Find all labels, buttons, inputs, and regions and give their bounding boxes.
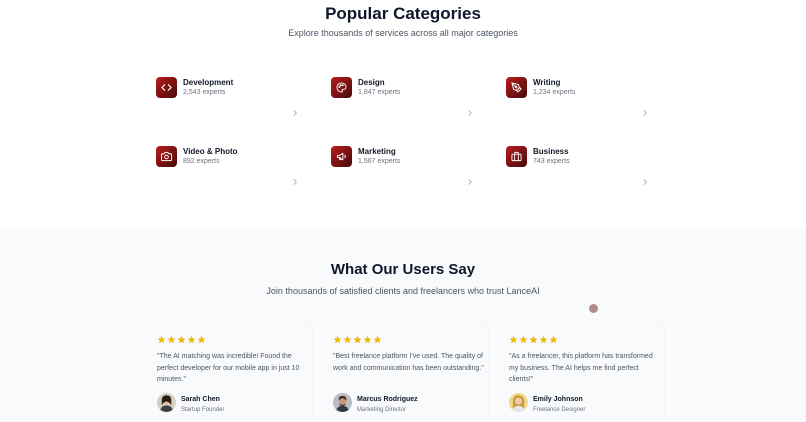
category-name: Development <box>183 78 234 87</box>
star-icon <box>343 335 352 344</box>
testimonial-quote: "As a freelancer, this platform has tran… <box>509 353 653 383</box>
star-icon <box>167 335 176 344</box>
person-name: Marcus Rodriguez <box>357 396 418 403</box>
star-rating <box>157 335 206 344</box>
category-count: 743 experts <box>533 158 570 165</box>
code-icon <box>156 77 177 98</box>
category-card-development[interactable]: Development 2,543 experts <box>156 77 306 121</box>
person-role: Marketing Director <box>357 407 407 413</box>
star-icon <box>333 335 342 344</box>
megaphone-icon <box>331 146 352 167</box>
pen-tool-icon <box>506 77 527 98</box>
testimonial-quote: "Best freelance platform I've used. The … <box>333 353 484 372</box>
chevron-right-icon <box>291 104 299 116</box>
testimonials-section: What Our Users Say Join thousands of sat… <box>0 228 806 422</box>
testimonial-card: "The AI matching was incredible! Found t… <box>149 322 313 422</box>
category-count: 1,234 experts <box>533 89 576 96</box>
star-icon <box>197 335 206 344</box>
testimonials-subtitle: Join thousands of satisfied clients and … <box>266 286 540 296</box>
star-icon <box>509 335 518 344</box>
person-name: Emily Johnson <box>533 396 583 403</box>
testimonials-title: What Our Users Say <box>330 261 476 278</box>
palette-icon <box>331 77 352 98</box>
star-icon <box>539 335 548 344</box>
chevron-right-icon <box>466 173 474 185</box>
category-name: Marketing <box>358 147 396 156</box>
testimonial-quote: "The AI matching was incredible! Found t… <box>157 353 300 383</box>
category-card-marketing[interactable]: Marketing 1,567 experts <box>331 146 481 190</box>
category-name: Video & Photo <box>183 147 238 156</box>
person-role: Startup Founder <box>181 407 225 413</box>
testimonial-card: "As a freelancer, this platform has tran… <box>501 322 665 422</box>
star-rating <box>509 335 558 344</box>
popular-categories-section: Popular Categories Explore thousands of … <box>0 0 806 228</box>
avatar <box>333 393 352 412</box>
star-rating <box>333 335 382 344</box>
avatar <box>157 393 176 412</box>
camera-icon <box>156 146 177 167</box>
person-name: Sarah Chen <box>181 396 220 403</box>
star-icon <box>177 335 186 344</box>
chevron-right-icon <box>641 104 649 116</box>
star-icon <box>373 335 382 344</box>
star-icon <box>549 335 558 344</box>
star-icon <box>187 335 196 344</box>
star-icon <box>529 335 538 344</box>
star-icon <box>353 335 362 344</box>
category-card-business[interactable]: Business 743 experts <box>506 146 656 190</box>
categories-title: Popular Categories <box>325 4 481 23</box>
testimonial-card: "Best freelance platform I've used. The … <box>325 322 489 422</box>
category-name: Business <box>533 147 569 156</box>
chevron-right-icon <box>291 173 299 185</box>
star-icon <box>519 335 528 344</box>
star-icon <box>363 335 372 344</box>
avatar <box>509 393 528 412</box>
person-role: Freelance Designer <box>533 407 586 413</box>
category-count: 1,847 experts <box>358 89 401 96</box>
category-count: 1,567 experts <box>358 158 401 165</box>
briefcase-icon <box>506 146 527 167</box>
category-name: Writing <box>533 78 561 87</box>
chevron-right-icon <box>466 104 474 116</box>
star-icon <box>157 335 166 344</box>
category-card-video-photo[interactable]: Video & Photo 892 experts <box>156 146 306 190</box>
category-count: 892 experts <box>183 158 220 165</box>
category-card-writing[interactable]: Writing 1,234 experts <box>506 77 656 121</box>
category-card-design[interactable]: Design 1,847 experts <box>331 77 481 121</box>
chevron-right-icon <box>641 173 649 185</box>
categories-subtitle: Explore thousands of services across all… <box>288 28 518 38</box>
category-count: 2,543 experts <box>183 89 226 96</box>
category-name: Design <box>358 78 385 87</box>
cursor-dot <box>589 304 598 313</box>
